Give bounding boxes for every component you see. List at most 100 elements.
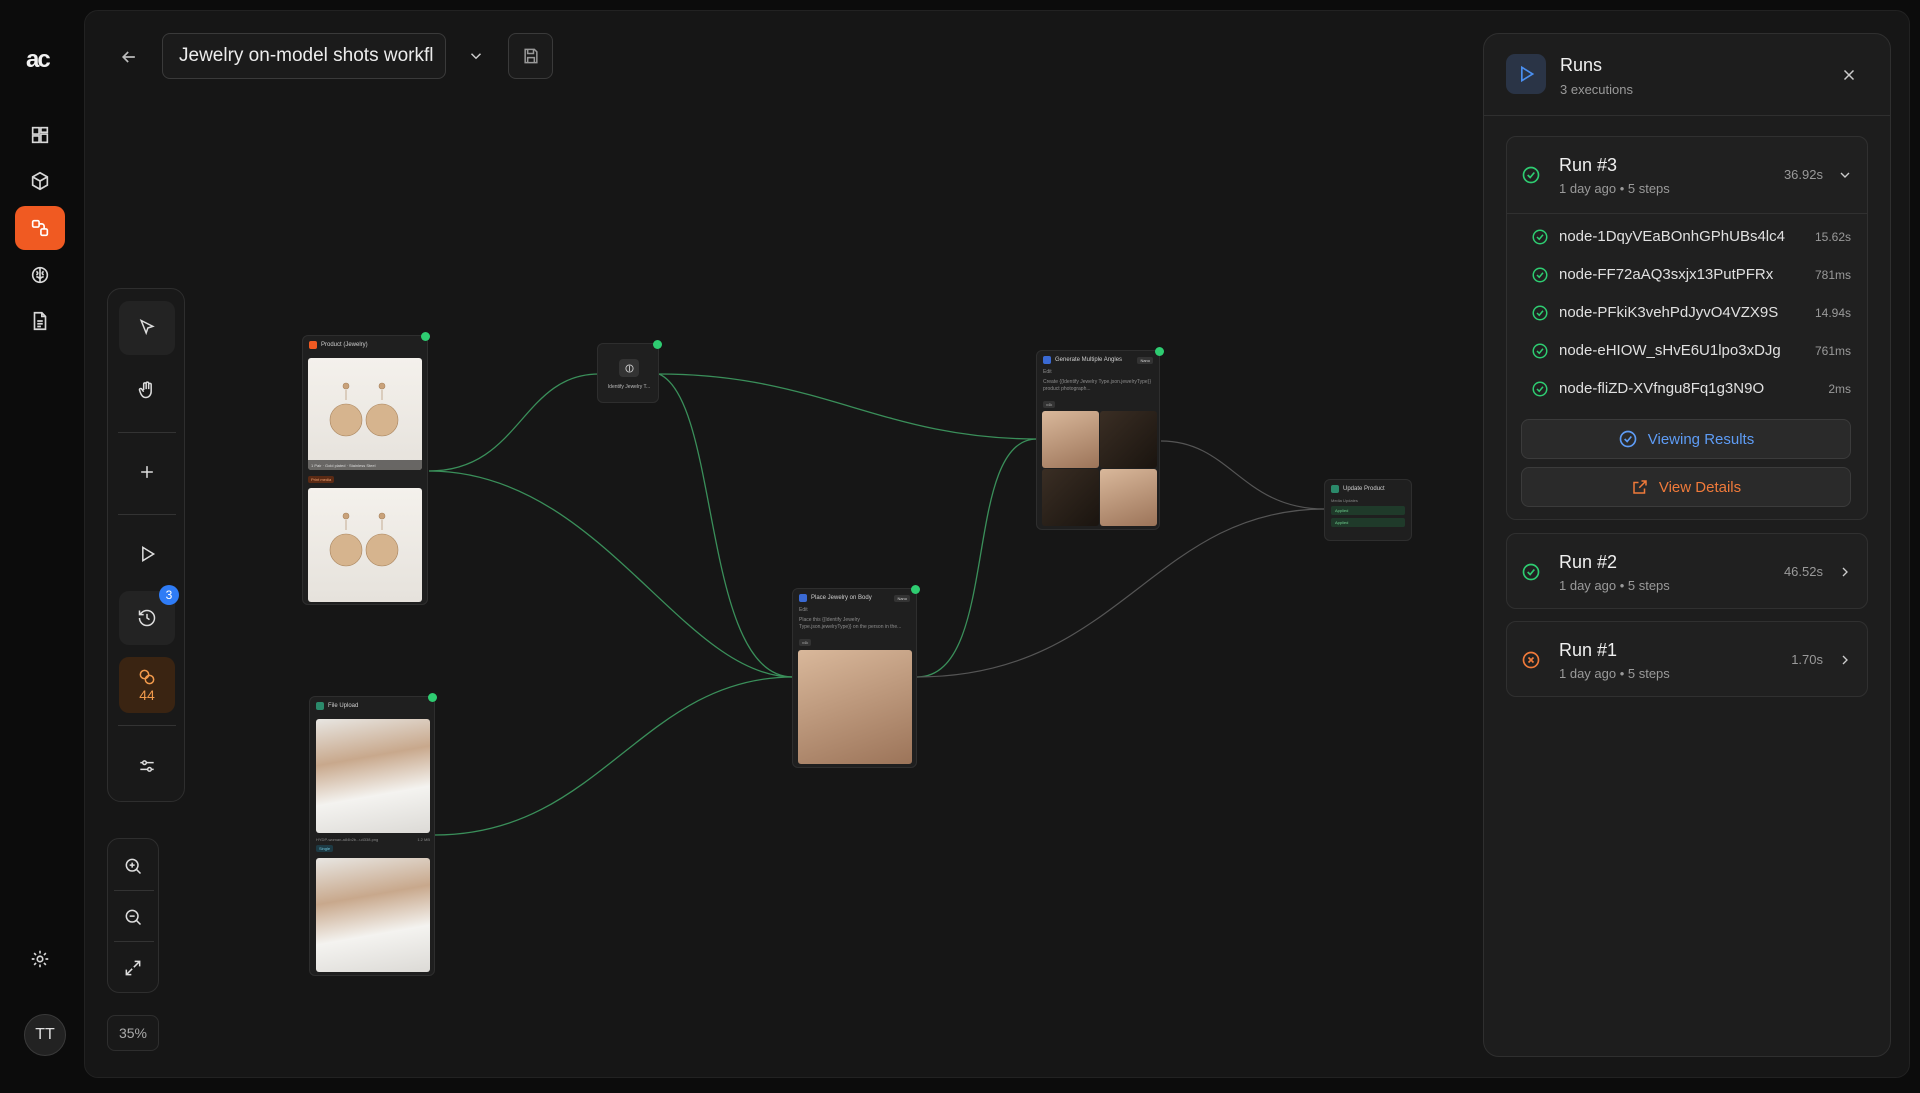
chevron-right-icon[interactable]	[1837, 652, 1853, 668]
model-badge: Nano	[894, 594, 910, 602]
rail-documents-button[interactable]	[15, 299, 65, 343]
check-circle-icon	[1619, 430, 1637, 448]
run-card-3[interactable]: Run #3 1 day ago • 5 steps 36.92s node-1…	[1506, 136, 1868, 520]
run-step[interactable]: node-FF72aAQ3sxjx13PutPFRx 781ms	[1531, 263, 1851, 287]
step-name: node-1DqyVEaBOnhGPhUBs4lc4	[1559, 228, 1785, 245]
canvas-content: Product (Jewelry) 1 Pair · Gold plated ·…	[85, 11, 1909, 1077]
rail-settings-button[interactable]	[15, 937, 65, 981]
node-title: Product (Jewelry)	[321, 342, 368, 348]
step-duration: 781ms	[1814, 268, 1851, 282]
back-button[interactable]	[113, 41, 145, 73]
count-tag: x4k	[799, 639, 812, 646]
run-meta: 1 day ago • 5 steps	[1559, 666, 1670, 681]
upload-tag: Single	[316, 845, 334, 852]
zoom-controls	[107, 838, 159, 993]
edit-label[interactable]: Edit	[793, 607, 916, 614]
node-status-dot	[428, 693, 437, 702]
prompt-text: Place this {{Identify Jewelry Type.json.…	[799, 617, 902, 630]
result-image-2	[1100, 411, 1157, 468]
view-details-label: View Details	[1658, 478, 1742, 496]
runs-title: Runs	[1560, 55, 1603, 75]
image-icon	[799, 594, 807, 602]
run-meta: 1 day ago • 5 steps	[1559, 181, 1670, 196]
result-image	[798, 650, 912, 764]
image-caption: 1 Pair · Gold plated · Stainless Steel	[308, 460, 422, 470]
node-place-jewelry[interactable]: Place Jewelry on Body Nano Edit Place thi…	[792, 585, 920, 768]
step-name: node-fliZD-XVfngu8Fq1g3N9O	[1559, 380, 1765, 397]
run-title: Run #1	[1559, 640, 1618, 660]
app-root: ac TT Product (Jewelry) 1 Pair · Gold pl…	[0, 0, 1920, 1093]
fit-view-button[interactable]	[112, 947, 154, 989]
external-link-icon	[1633, 480, 1647, 494]
expand-icon	[125, 960, 141, 976]
history-count-badge: 3	[159, 585, 179, 605]
run-step[interactable]: node-eHIOW_sHvE6U1lpo3xDJg 761ms	[1531, 339, 1851, 363]
node-identify[interactable]: Identify Jewelry T...	[597, 340, 662, 403]
count-tag: x4k	[1043, 401, 1056, 408]
add-node-button[interactable]	[119, 445, 175, 499]
result-image-1	[1042, 411, 1099, 468]
user-avatar[interactable]: TT	[24, 1014, 66, 1056]
credits-button[interactable]: 44	[119, 657, 175, 713]
update-row: Applied	[1331, 518, 1405, 527]
run-duration: 1.70s	[1791, 652, 1823, 667]
plus-icon	[141, 466, 153, 478]
edge-place-angles	[916, 438, 1038, 678]
node-generate-angles[interactable]: Generate Multiple Angles Nano Edit Create…	[1036, 347, 1164, 530]
run-card-2[interactable]: Run #2 1 day ago • 5 steps 46.52s	[1506, 533, 1868, 609]
edit-label[interactable]: Edit	[1037, 369, 1159, 376]
step-duration: 2ms	[1828, 382, 1851, 396]
node-title: Update Product	[1343, 486, 1385, 492]
chevron-down-icon[interactable]	[1837, 167, 1853, 183]
credits-count: 44	[139, 687, 155, 703]
rail-products-button[interactable]	[15, 159, 65, 203]
zoom-in-icon	[125, 858, 142, 875]
rail-models-button[interactable]	[15, 253, 65, 297]
run-workflow-button[interactable]	[119, 527, 175, 581]
viewing-results-button[interactable]: Viewing Results	[1521, 419, 1851, 459]
app-logo[interactable]: ac	[26, 46, 51, 74]
run-step[interactable]: node-PFkiK3vehPdJyvO4VZX9S 14.94s	[1531, 301, 1851, 325]
gear-icon	[31, 950, 49, 968]
prompt-text: Create {{Identify Jewelry Type.json.jewe…	[1043, 379, 1152, 392]
run-title: Run #2	[1559, 552, 1618, 572]
close-panel-button[interactable]	[1836, 62, 1862, 88]
step-duration: 761ms	[1814, 344, 1851, 358]
select-tool-button[interactable]	[119, 301, 175, 355]
node-product[interactable]: Product (Jewelry) 1 Pair · Gold plated ·…	[302, 332, 430, 605]
save-button[interactable]	[508, 33, 553, 79]
node-file-upload[interactable]: File Upload HYDP-woman-a84b2b...u4338.pn…	[309, 693, 437, 976]
edge-product-place	[428, 470, 794, 678]
workflow-canvas[interactable]: Product (Jewelry) 1 Pair · Gold plated ·…	[84, 10, 1910, 1078]
play-icon	[142, 545, 156, 563]
earring-illustration	[329, 382, 399, 437]
pan-tool-button[interactable]	[119, 363, 175, 417]
rail-workflows-button[interactable]	[15, 206, 65, 250]
zoom-in-button[interactable]	[112, 845, 154, 887]
canvas-settings-button[interactable]	[119, 739, 175, 793]
workflow-title-input[interactable]: Jewelry on-model shots workfl	[162, 33, 446, 79]
zoom-separator	[114, 941, 154, 942]
node-update-product[interactable]: Update Product Media Updates Applied App…	[1324, 479, 1412, 541]
node-status-dot	[653, 340, 662, 349]
upload-icon	[316, 702, 324, 710]
rail-dashboard-button[interactable]	[15, 113, 65, 157]
history-button[interactable]: 3	[119, 585, 179, 645]
step-duration: 15.62s	[1814, 230, 1851, 244]
zoom-level: 35%	[107, 1015, 159, 1051]
workflow-menu-button[interactable]	[461, 41, 491, 71]
image-icon	[1043, 356, 1051, 364]
zoom-out-icon	[125, 909, 142, 926]
run-step[interactable]: node-1DqyVEaBOnhGPhUBs4lc4 15.62s	[1531, 225, 1851, 249]
step-name: node-FF72aAQ3sxjx13PutPFRx	[1559, 266, 1774, 283]
zoom-out-button[interactable]	[112, 896, 154, 938]
run-meta: 1 day ago • 5 steps	[1559, 578, 1670, 593]
chevron-right-icon[interactable]	[1837, 564, 1853, 580]
run-step[interactable]: node-fliZD-XVfngu8Fq1g3N9O 2ms	[1531, 377, 1851, 401]
chevron-down-icon	[470, 53, 482, 60]
file-meta: HYDP-woman-a84b2b...u4338.png 1.2 MB	[316, 837, 430, 842]
node-status-dot	[421, 332, 430, 341]
view-details-button[interactable]: View Details	[1521, 467, 1851, 507]
run-card-1[interactable]: Run #1 1 day ago • 5 steps 1.70s	[1506, 621, 1868, 697]
product-image-2	[308, 488, 422, 602]
